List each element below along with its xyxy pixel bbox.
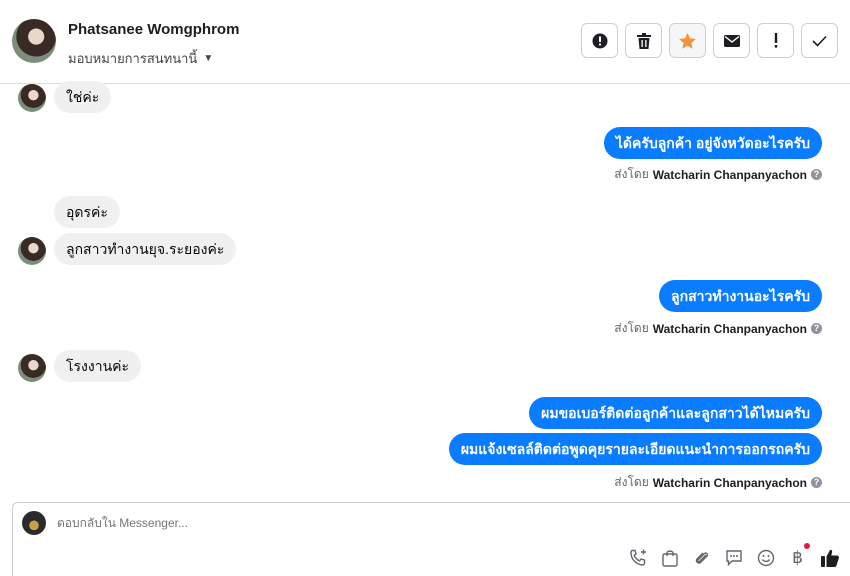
sent-by-label: ส่งโดย Watcharin Chanpanyachon ? bbox=[614, 473, 822, 492]
check-icon bbox=[812, 35, 827, 47]
like-button[interactable] bbox=[819, 547, 840, 568]
emoji-button[interactable] bbox=[755, 547, 776, 568]
thumbs-up-icon bbox=[820, 549, 839, 567]
agent-name[interactable]: Watcharin Chanpanyachon bbox=[653, 168, 807, 182]
notification-dot bbox=[804, 543, 810, 549]
mark-done-button[interactable] bbox=[801, 23, 838, 58]
agent-name[interactable]: Watcharin Chanpanyachon bbox=[653, 476, 807, 490]
contact-avatar-small bbox=[18, 354, 46, 382]
baht-icon: ฿ bbox=[792, 547, 803, 567]
contact-name[interactable]: Phatsanee Womgphrom bbox=[68, 21, 239, 38]
sent-by-label: ส่งโดย Watcharin Chanpanyachon ? bbox=[614, 319, 822, 338]
phone-plus-icon bbox=[629, 549, 646, 566]
paperclip-icon bbox=[695, 551, 708, 564]
page-avatar bbox=[22, 511, 46, 535]
contact-avatar-small bbox=[18, 237, 46, 265]
contact-avatar-small bbox=[18, 84, 46, 112]
envelope-icon bbox=[723, 34, 740, 47]
star-button[interactable] bbox=[669, 23, 706, 58]
composer-toolbar: ฿ bbox=[627, 543, 840, 568]
delete-button[interactable] bbox=[625, 23, 662, 58]
message-thread: ใช่ค่ะ ได้ครับลูกค้า อยู่จังหวัดอะไรครับ… bbox=[0, 81, 850, 500]
alert-circle-icon bbox=[592, 33, 607, 48]
star-icon bbox=[679, 32, 696, 49]
reply-composer: ฿ bbox=[12, 502, 850, 576]
help-icon[interactable]: ? bbox=[811, 169, 822, 180]
conversation-header: Phatsanee Womgphrom มอบหมายการสนทนานี้ ▼ bbox=[0, 0, 850, 84]
caret-down-icon: ▼ bbox=[203, 53, 214, 64]
mark-spam-button[interactable] bbox=[581, 23, 618, 58]
incoming-message[interactable]: อุดรค่ะ bbox=[54, 196, 120, 228]
outgoing-message[interactable]: ผมขอเบอร์ติดต่อลูกค้าและลูกสาวได้ไหมครับ bbox=[529, 397, 822, 429]
outgoing-message[interactable]: ลูกสาวทำงานอะไรครับ bbox=[659, 280, 822, 312]
sent-by-prefix: ส่งโดย bbox=[614, 475, 649, 489]
reply-input[interactable] bbox=[57, 516, 557, 530]
outgoing-message[interactable]: ผมแจ้งเซลล์ติดต่อพูดคุยรายละเอียดแนะนำกา… bbox=[448, 433, 822, 465]
sent-by-prefix: ส่งโดย bbox=[614, 167, 649, 181]
shopping-bag-icon bbox=[661, 549, 678, 567]
shop-button[interactable] bbox=[659, 547, 680, 568]
contact-avatar[interactable] bbox=[12, 19, 56, 63]
assign-label: มอบหมายการสนทนานี้ bbox=[68, 51, 198, 66]
help-icon[interactable]: ? bbox=[811, 477, 822, 488]
trash-icon bbox=[636, 32, 651, 49]
outgoing-message[interactable]: ได้ครับลูกค้า อยู่จังหวัดอะไรครับ bbox=[603, 127, 822, 159]
sent-by-prefix: ส่งโดย bbox=[614, 321, 649, 335]
incoming-message[interactable]: โรงงานค่ะ bbox=[54, 350, 142, 382]
assign-conversation-dropdown[interactable]: มอบหมายการสนทนานี้ ▼ bbox=[68, 48, 213, 69]
attach-button[interactable] bbox=[691, 547, 712, 568]
smiley-icon bbox=[757, 549, 774, 566]
help-icon[interactable]: ? bbox=[811, 323, 822, 334]
call-button[interactable] bbox=[627, 547, 648, 568]
saved-replies-button[interactable] bbox=[723, 547, 744, 568]
sent-by-label: ส่งโดย Watcharin Chanpanyachon ? bbox=[614, 165, 822, 184]
chat-bubble-icon bbox=[725, 549, 742, 566]
exclamation-icon bbox=[774, 33, 777, 48]
agent-name[interactable]: Watcharin Chanpanyachon bbox=[653, 322, 807, 336]
mark-unread-button[interactable] bbox=[713, 23, 750, 58]
conversation-actions bbox=[581, 23, 838, 58]
payment-button[interactable]: ฿ bbox=[787, 543, 810, 568]
incoming-message[interactable]: ลูกสาวทำงานยุจ.ระยองค่ะ bbox=[54, 233, 237, 265]
incoming-message[interactable]: ใช่ค่ะ bbox=[54, 81, 112, 113]
follow-up-button[interactable] bbox=[757, 23, 794, 58]
